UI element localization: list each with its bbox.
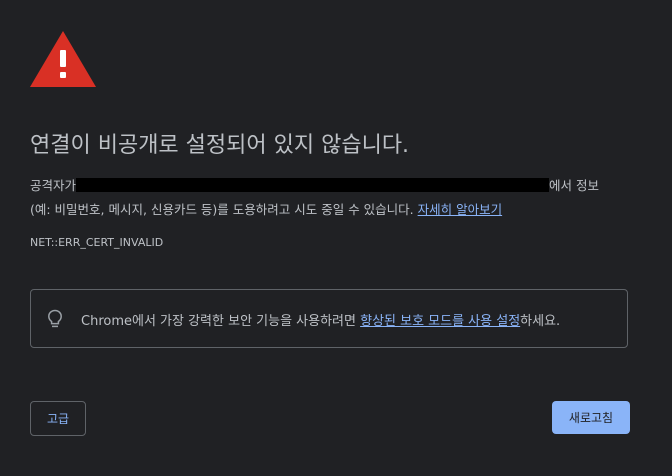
advanced-button[interactable]: 고급 [30,401,86,436]
explanation-suffix: 에서 정보 [549,178,599,193]
reload-button[interactable]: 새로고침 [552,401,630,434]
enhanced-protection-text: Chrome에서 가장 강력한 보안 기능을 사용하려면 향상된 보호 모드를 … [81,310,560,329]
warning-triangle-icon [30,31,96,87]
learn-more-link[interactable]: 자세히 알아보기 [418,202,502,217]
explanation-paragraph: 공격자가 에서 정보 (예: 비밀번호, 메시지, 신용카드 등)를 도용하려고 … [30,174,650,222]
explanation-prefix: 공격자가 [30,178,77,193]
promo-text-after: 하세요. [520,314,561,329]
lightbulb-icon [48,309,62,328]
error-code: NET::ERR_CERT_INVALID [30,236,164,249]
explanation-line-2: (예: 비밀번호, 메시지, 신용카드 등)를 도용하려고 시도 중일 수 있습… [30,198,650,222]
interstitial-page: 연결이 비공개로 설정되어 있지 않습니다. 공격자가 에서 정보 (예: 비밀번… [0,0,672,476]
explanation-body: (예: 비밀번호, 메시지, 신용카드 등)를 도용하려고 시도 중일 수 있습… [30,202,418,217]
promo-text-before: Chrome에서 가장 강력한 보안 기능을 사용하려면 [81,314,361,329]
redacted-hostname [76,178,550,192]
explanation-line-1: 공격자가 에서 정보 [30,174,650,198]
enhanced-protection-box: Chrome에서 가장 강력한 보안 기능을 사용하려면 향상된 보호 모드를 … [30,289,628,348]
page-title: 연결이 비공개로 설정되어 있지 않습니다. [30,133,410,158]
enable-enhanced-protection-link[interactable]: 향상된 보호 모드를 사용 설정 [360,314,520,329]
